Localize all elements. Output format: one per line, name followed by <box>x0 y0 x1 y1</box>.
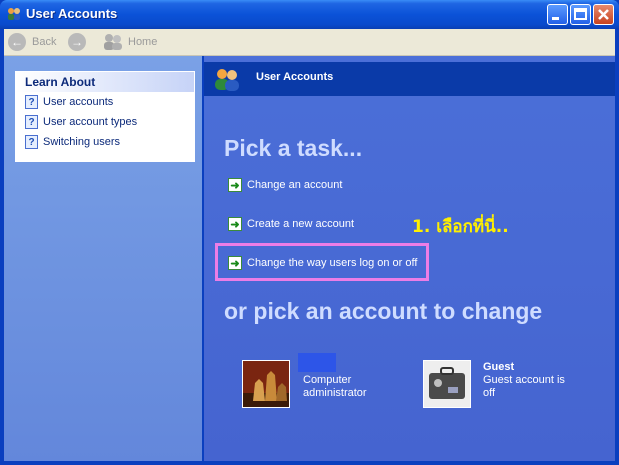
minimize-button[interactable] <box>547 4 568 25</box>
window-title: User Accounts <box>26 6 118 21</box>
learn-item-user-account-types[interactable]: ? User account types <box>16 112 194 132</box>
suitcase-icon <box>424 361 470 407</box>
home-users-icon <box>104 34 122 50</box>
task-label: Change the way users log on or off <box>247 257 418 269</box>
back-arrow-icon: ← <box>8 33 26 51</box>
main-header: User Accounts <box>204 62 615 96</box>
user-accounts-window: User Accounts ← Back → Home Learn About … <box>0 0 619 465</box>
window-frame-right <box>615 55 619 465</box>
main-header-title: User Accounts <box>256 71 334 83</box>
user-accounts-app-icon <box>8 8 20 20</box>
learn-item-label: Switching users <box>43 136 121 148</box>
account-guest-type: Guest account is off <box>483 374 565 400</box>
chess-icon <box>243 361 289 407</box>
sidebar: Learn About ? User accounts ? User accou… <box>4 56 202 461</box>
forward-button[interactable]: → <box>68 32 92 52</box>
learn-about-header: Learn About <box>16 72 194 92</box>
title-bar[interactable]: User Accounts <box>0 0 619 29</box>
window-frame-bottom <box>0 461 619 465</box>
maximize-button[interactable] <box>570 4 591 25</box>
account-admin-name[interactable] <box>298 353 336 372</box>
task-label: Create a new account <box>247 218 355 230</box>
learn-item-user-accounts[interactable]: ? User accounts <box>16 92 194 112</box>
task-label: Change an account <box>247 179 343 191</box>
maximize-icon <box>574 8 587 20</box>
account-admin-type: Computer administrator <box>303 374 367 400</box>
learn-item-label: User accounts <box>43 96 114 108</box>
learn-item-switching-users[interactable]: ? Switching users <box>16 132 194 152</box>
learn-item-label: User account types <box>43 116 138 128</box>
account-admin-picture[interactable] <box>242 360 290 408</box>
learn-about-title: Learn About <box>25 75 96 89</box>
user-accounts-icon <box>215 69 239 91</box>
home-button[interactable]: Home <box>102 32 157 52</box>
minimize-icon <box>552 17 559 20</box>
pick-task-heading: Pick a task... <box>224 135 363 161</box>
account-guest-picture[interactable] <box>423 360 471 408</box>
back-label: Back <box>32 36 57 48</box>
help-icon: ? <box>25 95 38 109</box>
account-type-line: Guest account is <box>483 374 565 386</box>
navigation-toolbar: ← Back → Home <box>4 29 615 56</box>
learn-about-panel: Learn About ? User accounts ? User accou… <box>15 71 195 162</box>
account-type-line: Computer <box>303 374 352 386</box>
forward-arrow-icon: → <box>68 33 86 51</box>
task-create-new-account[interactable]: ➜ Create a new account <box>228 215 354 233</box>
close-icon <box>598 9 609 20</box>
account-guest-name[interactable]: Guest <box>483 361 514 373</box>
pick-account-heading: or pick an account to change <box>224 298 543 324</box>
account-type-line: administrator <box>303 387 367 399</box>
help-icon: ? <box>25 115 38 129</box>
green-arrow-icon: ➜ <box>228 256 242 270</box>
green-arrow-icon: ➜ <box>228 217 242 231</box>
home-label: Home <box>128 36 158 48</box>
annotation-text: 1. เลือกที่นี่.. <box>412 217 509 237</box>
help-icon: ? <box>25 135 38 149</box>
task-change-logon-logoff[interactable]: ➜ Change the way users log on or off <box>228 254 417 272</box>
green-arrow-icon: ➜ <box>228 178 242 192</box>
account-type-line: off <box>483 387 496 399</box>
task-change-an-account[interactable]: ➜ Change an account <box>228 176 342 194</box>
close-button[interactable] <box>593 4 614 25</box>
back-button[interactable]: ← Back <box>8 32 56 52</box>
main-panel: User Accounts Pick a task... ➜ Change an… <box>204 56 615 461</box>
